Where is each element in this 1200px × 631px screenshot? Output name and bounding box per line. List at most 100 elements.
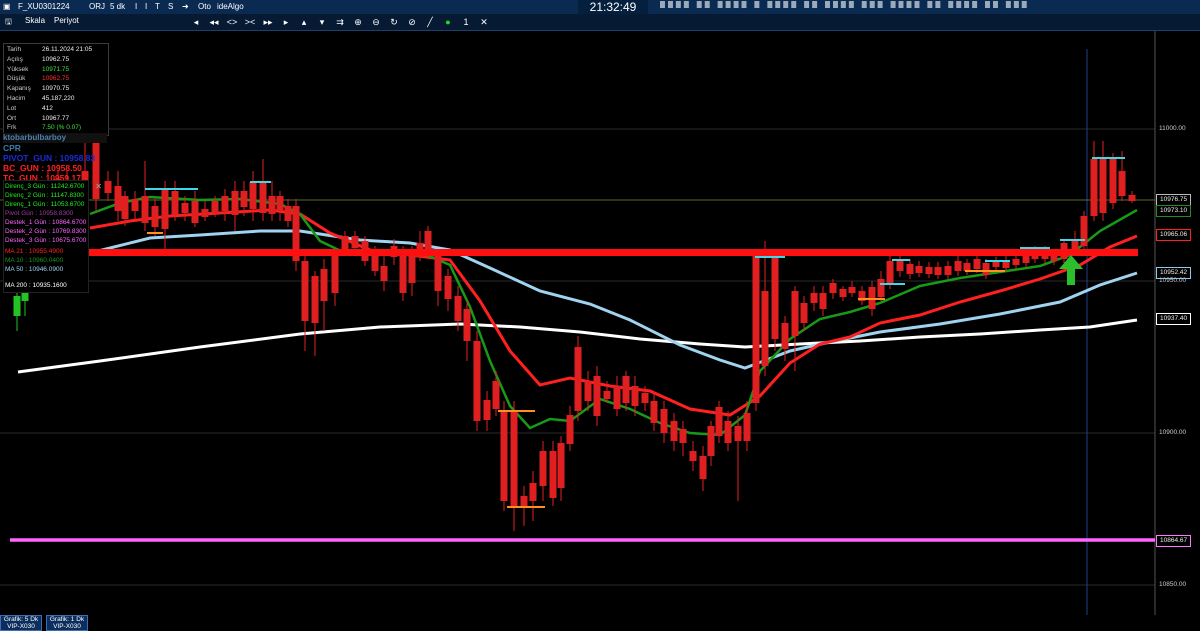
info-label: Düşük <box>7 75 26 83</box>
candle-body <box>454 296 462 321</box>
candle-body <box>954 261 962 271</box>
info-value: 45,187,220 <box>42 94 75 102</box>
candle-body <box>829 283 837 293</box>
interval-label[interactable]: 5 dk <box>110 2 125 11</box>
cpr-pivot-band <box>88 249 1138 256</box>
arrow-right-icon[interactable]: ➜ <box>182 2 189 11</box>
candle-body <box>121 196 129 219</box>
cpr-title: CPR <box>3 143 21 153</box>
toolbar-btn-1[interactable]: I <box>135 2 137 11</box>
candle-body <box>810 293 818 303</box>
candle-body <box>424 231 432 249</box>
candle-body <box>301 261 309 321</box>
toolbar-btn-t[interactable]: T <box>155 2 160 11</box>
ticker-strip: ████ ██ ████ █ ████ ██ ████ ███ ████ ██ … <box>660 1 1030 8</box>
candle-body <box>593 376 601 416</box>
candle-body <box>341 236 349 249</box>
down-icon[interactable]: ▾ <box>316 15 328 29</box>
candle-body <box>557 443 565 488</box>
candle-body <box>670 421 678 441</box>
candle-body <box>549 451 557 498</box>
candle-body <box>131 199 139 211</box>
info-value: 7.50 (% 0.07) <box>42 124 82 132</box>
candle-body <box>320 269 328 301</box>
info-value: 26.11.2024 21:05 <box>42 46 93 53</box>
candle-body <box>473 341 481 421</box>
save-icon[interactable]: 🖫 <box>5 16 12 30</box>
candle-body <box>566 415 574 444</box>
candle-body <box>839 289 847 297</box>
level-r2: Direnç_2 Gün : 11147.8300 <box>5 192 84 199</box>
scroll-left-icon[interactable]: ◂ <box>190 15 202 29</box>
compress-icon[interactable]: >< <box>244 15 256 29</box>
mode-oto[interactable]: Oto <box>198 2 211 11</box>
levels-panel: ✕ Direnç_3 Gün : 11242.6700 Direnç_2 Gün… <box>3 180 102 293</box>
info-value: 10970.75 <box>42 85 70 93</box>
level-pivot: Pivot Gün : 10958.8300 <box>5 210 74 217</box>
period-code[interactable]: ORJ <box>89 2 105 11</box>
up-icon[interactable]: ▴ <box>298 15 310 29</box>
candle-body <box>380 266 388 281</box>
price-chart[interactable] <box>0 31 1200 615</box>
candle-body <box>539 451 547 486</box>
level-ma200: MA 200 : 10935.1600 <box>5 282 67 289</box>
menu-skala[interactable]: Skala <box>25 16 45 25</box>
brand-label: ktobarbulbarboy <box>3 133 107 143</box>
candle-body <box>622 376 630 403</box>
candle-body <box>529 483 537 501</box>
candle-body <box>171 191 179 215</box>
tab-chart-5dk[interactable]: Grafik: 5 Dk VIP-X030 <box>0 615 42 631</box>
candle-body <box>973 259 981 269</box>
close-levels-icon[interactable]: ✕ <box>95 182 102 191</box>
info-row-close: Kapanış 10970.75 <box>4 84 108 94</box>
info-label: Açılış <box>7 55 23 63</box>
candle-body <box>934 267 942 275</box>
candle-body <box>715 407 723 436</box>
step-left-icon[interactable]: ◂◂ <box>208 15 220 29</box>
candle-body <box>886 261 894 283</box>
scroll-right-icon[interactable]: ▸ <box>280 15 292 29</box>
candle-body <box>1080 216 1088 246</box>
no-draw-icon[interactable]: ⊘ <box>406 15 418 29</box>
color-dot-icon[interactable]: ● <box>442 15 454 29</box>
candle-body <box>181 203 189 213</box>
level-s3: Destek_3 Gün : 10675.6700 <box>5 237 87 244</box>
candle-body <box>679 429 687 443</box>
fit-icon[interactable]: ⇉ <box>334 15 346 29</box>
info-value: 10962.75 <box>42 55 70 63</box>
toolbar-btn-s[interactable]: S <box>168 2 173 11</box>
step-right-icon[interactable]: ▸▸ <box>262 15 274 29</box>
candle-body <box>311 276 319 323</box>
candle-body <box>761 291 769 366</box>
cpr-panel: CPR PIVOT_GUN : 10958.83 BC_GUN : 10958.… <box>3 143 113 183</box>
zoom-in-icon[interactable]: ⊕ <box>352 15 364 29</box>
candle-body <box>734 426 742 441</box>
expand-icon[interactable]: <> <box>226 15 238 29</box>
symbol-label[interactable]: F_XU0301224 <box>18 2 70 11</box>
candle-body <box>1118 171 1126 196</box>
candle-body <box>848 287 856 293</box>
candle-body <box>259 183 267 213</box>
trendline-icon[interactable]: ╱ <box>424 15 436 29</box>
tab-chart-1dk[interactable]: Grafik: 1 Dk VIP-X030 <box>46 615 88 631</box>
zoom-out-icon[interactable]: ⊖ <box>370 15 382 29</box>
candle-body <box>331 256 339 293</box>
candle-body <box>211 201 219 213</box>
axis-label-10850: 10850.00 <box>1159 581 1187 588</box>
candle-body <box>1099 159 1107 213</box>
menu-periyot[interactable]: Periyot <box>54 16 79 25</box>
candle-body <box>510 411 518 507</box>
refresh-icon[interactable]: ↻ <box>388 15 400 29</box>
candle-body <box>613 386 621 409</box>
candle-body <box>584 381 592 401</box>
line-count[interactable]: 1 <box>460 15 472 29</box>
level-ma21: MA 21 : 10955.4900 <box>5 248 64 255</box>
candle-body <box>631 386 639 406</box>
mode-idealgo[interactable]: ideAlgo <box>217 2 244 11</box>
candle-body <box>800 303 808 323</box>
candle-body <box>463 309 471 341</box>
candle-body <box>1012 259 1020 265</box>
clear-icon[interactable]: ✕ <box>478 15 490 29</box>
toolbar-btn-2[interactable]: I <box>145 2 147 11</box>
chart-toolbar: 🖫 Skala Periyot <box>0 14 1200 31</box>
